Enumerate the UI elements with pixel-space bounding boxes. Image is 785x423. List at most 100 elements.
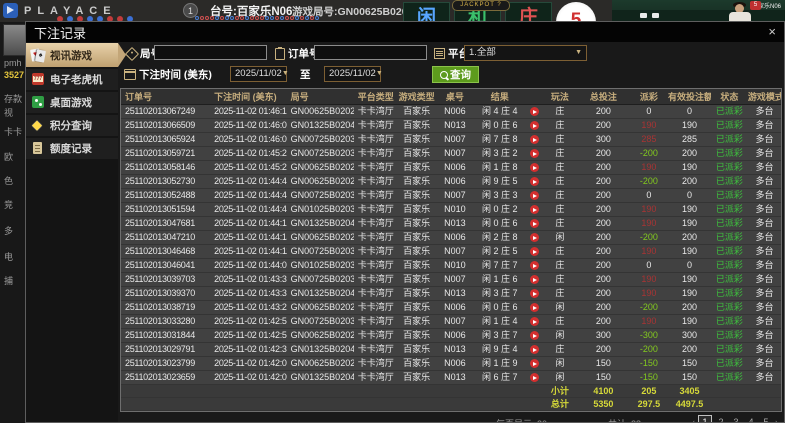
cell-total-bet: 200 bbox=[576, 188, 630, 203]
status-badge: 已派彩 bbox=[710, 188, 748, 203]
roadmap-dot bbox=[225, 16, 229, 20]
roadmap-dot bbox=[295, 16, 299, 20]
replay-video-button[interactable] bbox=[529, 373, 539, 383]
cell-result: 闲 2 庄 8 bbox=[474, 230, 526, 245]
next-page-button[interactable]: › bbox=[775, 417, 778, 422]
lobby-nav-fragment: 多 bbox=[4, 226, 14, 236]
cell-gametype: 百家乐 bbox=[397, 104, 436, 119]
col-play: 玩法 bbox=[542, 89, 577, 105]
gem-icon bbox=[31, 117, 46, 133]
page-button-2[interactable]: 2 bbox=[715, 416, 727, 422]
card-icon bbox=[652, 13, 659, 18]
lobby-nav-fragment: 欧 bbox=[4, 152, 14, 162]
dealer-video-thumbnail[interactable]: 百家乐N06 5 bbox=[612, 0, 785, 22]
replay-video-button[interactable] bbox=[529, 107, 539, 117]
replay-video-button[interactable] bbox=[529, 233, 539, 243]
replay-video-button[interactable] bbox=[529, 317, 539, 327]
list-icon bbox=[434, 48, 445, 59]
page-button-1[interactable]: 1 bbox=[698, 415, 712, 422]
query-button[interactable]: 查询 bbox=[432, 66, 479, 83]
roadmap-dot bbox=[250, 16, 254, 20]
cell-round: GN00725B0203X bbox=[286, 132, 354, 147]
cell-game-mode: 多台 bbox=[747, 356, 781, 371]
status-badge: 已派彩 bbox=[710, 272, 748, 287]
replay-video-button[interactable] bbox=[529, 177, 539, 187]
subtotal-row: 小计 4100 205 3405 bbox=[121, 384, 781, 398]
status-badge: 已派彩 bbox=[710, 174, 748, 189]
sidebar-item-gem[interactable]: 积分查询 bbox=[26, 115, 118, 136]
table-header-row: 订单号 下注时间 (美东) 局号 平台类型 游戏类型 桌号 结果 玩法 总投注 … bbox=[121, 89, 781, 105]
cell-round: GN01325B0204C bbox=[286, 118, 354, 133]
cell-game-mode: 多台 bbox=[747, 370, 781, 385]
cell-valid-bet: 190 bbox=[668, 244, 711, 259]
replay-video-button[interactable] bbox=[529, 247, 539, 257]
cell-valid-bet: 300 bbox=[668, 328, 711, 343]
page-button-3[interactable]: 3 bbox=[730, 416, 742, 422]
cell-tableno: N013 bbox=[435, 118, 475, 133]
prev-page-button[interactable]: ‹ bbox=[692, 417, 695, 422]
platform-select[interactable]: 1.全部 ▼ bbox=[464, 45, 587, 61]
status-badge: 已派彩 bbox=[710, 104, 748, 119]
page-button-5[interactable]: 5 bbox=[760, 416, 772, 422]
cell-result: 闲 0 庄 6 bbox=[474, 118, 526, 133]
cell-round: GN00625B0202S bbox=[286, 328, 354, 343]
cell-play: 庄 bbox=[542, 174, 577, 189]
cell-time: 2025-11-02 01:44:14 bbox=[210, 230, 287, 245]
bet-record-row: 251102013029791 2025-11-02 01:42:39 GN01… bbox=[121, 342, 781, 357]
sidebar-item-slot[interactable]: 电子老虎机 bbox=[26, 69, 118, 90]
lobby-nav-fragment: 捕 bbox=[4, 276, 14, 286]
page-button-4[interactable]: 4 bbox=[745, 416, 757, 422]
close-icon[interactable]: × bbox=[768, 22, 776, 42]
replay-video-button[interactable] bbox=[529, 163, 539, 173]
cell-payout: -200 bbox=[629, 342, 669, 357]
replay-video-button[interactable] bbox=[529, 149, 539, 159]
sidebar-item-dice[interactable]: 桌面游戏 bbox=[26, 92, 118, 113]
chevron-down-icon: ▼ bbox=[375, 70, 383, 77]
cell-payout: 190 bbox=[629, 272, 669, 287]
replay-video-button[interactable] bbox=[529, 331, 539, 341]
sidebar-item-cards[interactable]: 视讯游戏 bbox=[26, 43, 126, 67]
cell-platform: 卡卡湾厅 bbox=[353, 104, 398, 119]
col-time: 下注时间 (美东) bbox=[210, 89, 287, 105]
subtotal-label: 小计 bbox=[542, 384, 577, 398]
cell-total-bet: 200 bbox=[576, 160, 630, 175]
replay-video-button[interactable] bbox=[529, 345, 539, 355]
date-to-select[interactable]: 2025/11/02 ▼ bbox=[324, 66, 383, 82]
cell-order: 251102013033280 bbox=[121, 314, 211, 329]
bet-records-table: 订单号 下注时间 (美东) 局号 平台类型 游戏类型 桌号 结果 玩法 总投注 … bbox=[120, 88, 782, 412]
replay-video-button[interactable] bbox=[529, 205, 539, 215]
cell-play: 庄 bbox=[542, 272, 577, 287]
replay-video-button[interactable] bbox=[529, 261, 539, 271]
cell-gametype: 百家乐 bbox=[397, 286, 436, 301]
replay-video-button[interactable] bbox=[529, 359, 539, 369]
round-input[interactable] bbox=[154, 45, 267, 60]
replay-video-button[interactable] bbox=[529, 219, 539, 229]
replay-video-button[interactable] bbox=[529, 275, 539, 285]
cell-game-mode: 多台 bbox=[747, 118, 781, 133]
replay-video-button[interactable] bbox=[529, 191, 539, 201]
bet-record-row: 251102013058146 2025-11-02 01:45:21 GN00… bbox=[121, 160, 781, 175]
order-input[interactable] bbox=[314, 45, 427, 60]
cell-total-bet: 200 bbox=[576, 146, 630, 161]
col-total: 总投注 bbox=[576, 89, 630, 105]
cell-round: GN01025B0203S bbox=[286, 258, 354, 273]
roadmap-dot bbox=[205, 16, 209, 20]
bet-record-row: 251102013059721 2025-11-02 01:45:29 GN00… bbox=[121, 146, 781, 161]
cell-round: GN00725B0203S bbox=[286, 314, 354, 329]
date-from-select[interactable]: 2025/11/02 ▼ bbox=[230, 66, 289, 82]
cell-time: 2025-11-02 01:43:28 bbox=[210, 300, 287, 315]
cell-result: 闲 7 庄 7 bbox=[474, 258, 526, 273]
replay-video-button[interactable] bbox=[529, 135, 539, 145]
modal-sidebar: 视讯游戏 电子老虎机 桌面游戏 积分查询 额度记录 bbox=[26, 42, 126, 422]
replay-video-button[interactable] bbox=[529, 303, 539, 313]
replay-video-button[interactable] bbox=[529, 121, 539, 131]
sidebar-item-doc[interactable]: 额度记录 bbox=[26, 138, 118, 159]
bet-tile-banker[interactable]: 庄 bbox=[505, 2, 552, 22]
replay-video-button[interactable] bbox=[529, 289, 539, 299]
bet-record-row: 251102013039703 2025-11-02 01:43:35 GN00… bbox=[121, 272, 781, 287]
cell-platform: 卡卡湾厅 bbox=[353, 328, 398, 343]
cell-tableno: N006 bbox=[435, 300, 475, 315]
cell-gametype: 百家乐 bbox=[397, 216, 436, 231]
cell-total-bet: 200 bbox=[576, 258, 630, 273]
bet-tile-player[interactable]: 闲 bbox=[403, 2, 450, 22]
